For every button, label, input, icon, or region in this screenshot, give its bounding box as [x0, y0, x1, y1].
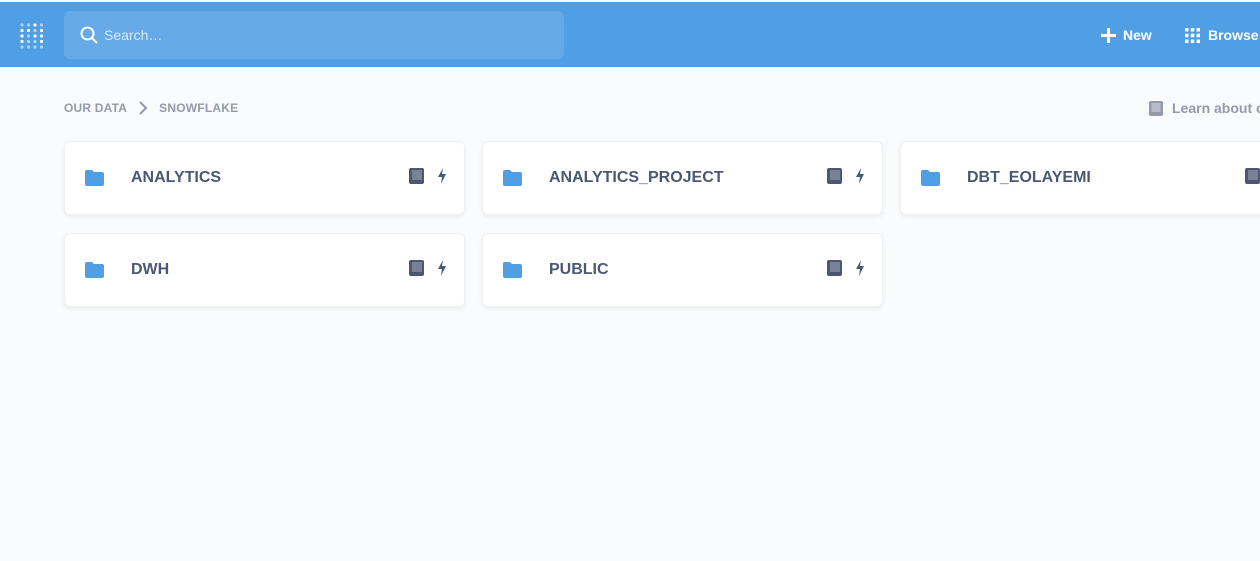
search-icon: [80, 26, 98, 44]
reference-book-icon[interactable]: [1245, 168, 1260, 184]
reference-book-icon[interactable]: [827, 168, 842, 184]
browse-data-label: Browse data: [1208, 27, 1260, 43]
schema-card-analytics[interactable]: ANALYTICS: [64, 141, 465, 215]
folder-icon: [85, 170, 104, 186]
search-input[interactable]: [104, 11, 554, 59]
grid-icon: [1185, 27, 1200, 43]
folder-icon: [503, 262, 522, 278]
schema-card-public[interactable]: PUBLIC: [482, 233, 883, 307]
folder-icon: [921, 170, 940, 186]
breadcrumb: OUR DATA SNOWFLAKE: [64, 99, 238, 117]
schema-name: PUBLIC: [549, 261, 609, 278]
new-button-label: New: [1123, 27, 1152, 43]
lightning-bolt-icon[interactable]: [855, 168, 865, 184]
new-button[interactable]: New: [1101, 24, 1152, 46]
lightning-bolt-icon[interactable]: [437, 260, 447, 276]
reference-book-icon[interactable]: [827, 260, 842, 276]
plus-icon: [1101, 27, 1116, 43]
breadcrumb-snowflake: SNOWFLAKE: [159, 101, 239, 115]
folder-icon: [503, 170, 522, 186]
reference-book-icon[interactable]: [409, 260, 424, 276]
folder-icon: [85, 262, 104, 278]
schema-name: ANALYTICS: [131, 169, 222, 186]
chevron-right-icon: [139, 101, 148, 115]
schema-card-dwh[interactable]: DWH: [64, 233, 465, 307]
reference-book-icon: [1149, 100, 1163, 116]
metabase-logo-icon[interactable]: [19, 21, 45, 49]
schema-card-analytics-project[interactable]: ANALYTICS_PROJECT: [482, 141, 883, 215]
schema-card-dbt-eolayemi[interactable]: DBT_EOLAYEMI: [900, 141, 1260, 215]
lightning-bolt-icon[interactable]: [855, 260, 865, 276]
schema-name: DBT_EOLAYEMI: [967, 169, 1091, 186]
schema-name: DWH: [131, 261, 170, 278]
learn-about-data-label: Learn about our data: [1172, 100, 1260, 116]
breadcrumb-our-data[interactable]: OUR DATA: [64, 101, 127, 115]
reference-book-icon[interactable]: [409, 168, 424, 184]
schema-name: ANALYTICS_PROJECT: [549, 169, 724, 186]
top-navigation-bar: New Browse data: [0, 2, 1260, 67]
lightning-bolt-icon[interactable]: [437, 168, 447, 184]
learn-about-data-link[interactable]: Learn about our data: [1149, 99, 1260, 117]
browse-data-button[interactable]: Browse data: [1185, 24, 1260, 46]
search-bar[interactable]: [64, 11, 564, 59]
